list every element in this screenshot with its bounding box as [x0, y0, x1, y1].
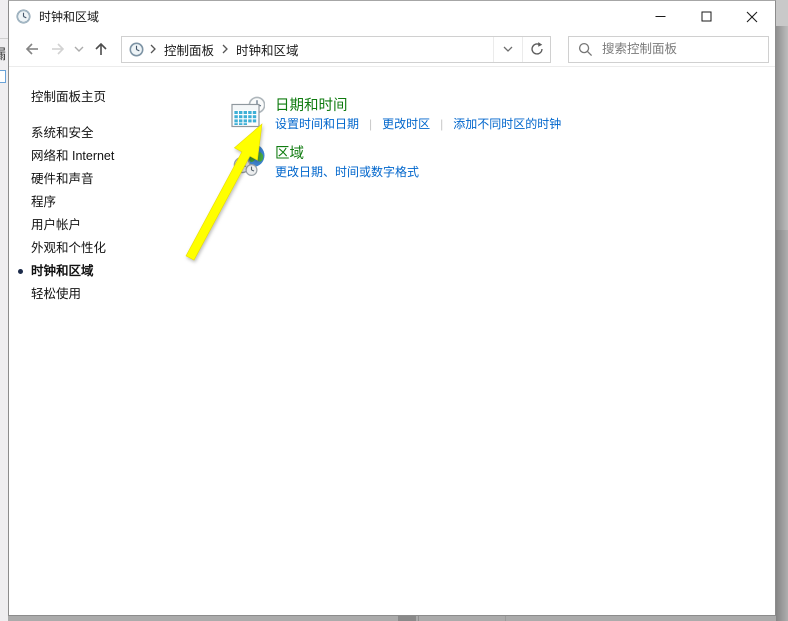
category-title-date-time[interactable]: 日期和时间 — [275, 94, 348, 115]
clock-region-icon — [129, 42, 144, 57]
sidebar-item-system-security[interactable]: 系统和安全 — [31, 122, 94, 145]
close-button[interactable] — [729, 1, 775, 32]
link-separator: | — [369, 117, 372, 131]
divider — [0, 38, 8, 39]
date-time-icon[interactable] — [231, 96, 265, 130]
link-separator: | — [440, 117, 443, 131]
recent-pages-chevron-icon[interactable] — [71, 35, 87, 63]
address-dropdown-chevron-icon[interactable] — [493, 37, 522, 62]
forward-button[interactable] — [45, 35, 71, 63]
link-change-formats[interactable]: 更改日期、时间或数字格式 — [275, 163, 419, 180]
sidebar: 控制面板主页 系统和安全 网络和 Internet 硬件和声音 程序 用户帐户 … — [9, 67, 214, 615]
maximize-button[interactable] — [683, 1, 729, 32]
background-icon-fragment — [0, 70, 6, 83]
link-add-clocks[interactable]: 添加不同时区的时钟 — [453, 115, 561, 132]
main-panel: 日期和时间 设置时间和日期 | 更改时区 | 添加不同时区的时钟 — [214, 67, 775, 615]
region-task-links: 更改日期、时间或数字格式 — [275, 163, 419, 180]
breadcrumb-control-panel[interactable]: 控制面板 — [162, 36, 216, 63]
sidebar-item-home[interactable]: 控制面板主页 — [31, 86, 106, 109]
window-controls — [637, 1, 775, 32]
sidebar-item-ease-of-access[interactable]: 轻松使用 — [31, 283, 81, 306]
region-icon[interactable] — [233, 143, 267, 177]
date-time-task-links: 设置时间和日期 | 更改时区 | 添加不同时区的时钟 — [275, 115, 561, 132]
navigation-bar: 控制面板 时钟和区域 — [9, 32, 775, 67]
active-bullet-icon — [18, 269, 23, 274]
link-set-time-date[interactable]: 设置时间和日期 — [275, 115, 359, 132]
breadcrumb-clock-region[interactable]: 时钟和区域 — [234, 36, 301, 63]
window-title: 时钟和区域 — [39, 8, 99, 25]
sidebar-item-label: 时钟和区域 — [31, 264, 94, 278]
search-input[interactable] — [602, 42, 752, 56]
search-icon — [578, 42, 593, 57]
background-right-strip-top — [776, 0, 788, 26]
address-bar[interactable]: 控制面板 时钟和区域 — [121, 36, 551, 63]
minimize-button[interactable] — [637, 1, 683, 32]
search-box[interactable] — [568, 36, 769, 63]
background-tile — [398, 616, 416, 621]
background-text-fragment: 漏 — [0, 44, 6, 64]
divider — [418, 616, 419, 621]
sidebar-item-hardware-sound[interactable]: 硬件和声音 — [31, 168, 94, 191]
refresh-icon[interactable] — [522, 37, 550, 62]
category-title-region[interactable]: 区域 — [275, 142, 304, 163]
sidebar-item-network-internet[interactable]: 网络和 Internet — [31, 145, 114, 168]
sidebar-item-appearance[interactable]: 外观和个性化 — [31, 237, 106, 260]
up-button[interactable] — [87, 35, 115, 63]
control-panel-window: 时钟和区域 — [8, 0, 776, 616]
background-right-strip-lower — [776, 230, 788, 621]
background-window-left-strip: 漏 — [0, 0, 8, 621]
sidebar-item-user-accounts[interactable]: 用户帐户 — [31, 214, 81, 237]
divider — [505, 616, 506, 621]
link-change-timezone[interactable]: 更改时区 — [382, 115, 430, 132]
sidebar-item-programs[interactable]: 程序 — [31, 191, 56, 214]
sidebar-item-clock-region[interactable]: 时钟和区域 — [31, 260, 94, 283]
title-bar: 时钟和区域 — [9, 1, 775, 32]
back-button[interactable] — [19, 35, 45, 63]
clock-region-icon — [16, 9, 31, 24]
breadcrumb-chevron-icon[interactable] — [222, 44, 228, 54]
background-bottom-strip — [8, 616, 776, 621]
content-area: 控制面板主页 系统和安全 网络和 Internet 硬件和声音 程序 用户帐户 … — [9, 67, 775, 615]
breadcrumb-chevron-icon[interactable] — [150, 44, 156, 54]
